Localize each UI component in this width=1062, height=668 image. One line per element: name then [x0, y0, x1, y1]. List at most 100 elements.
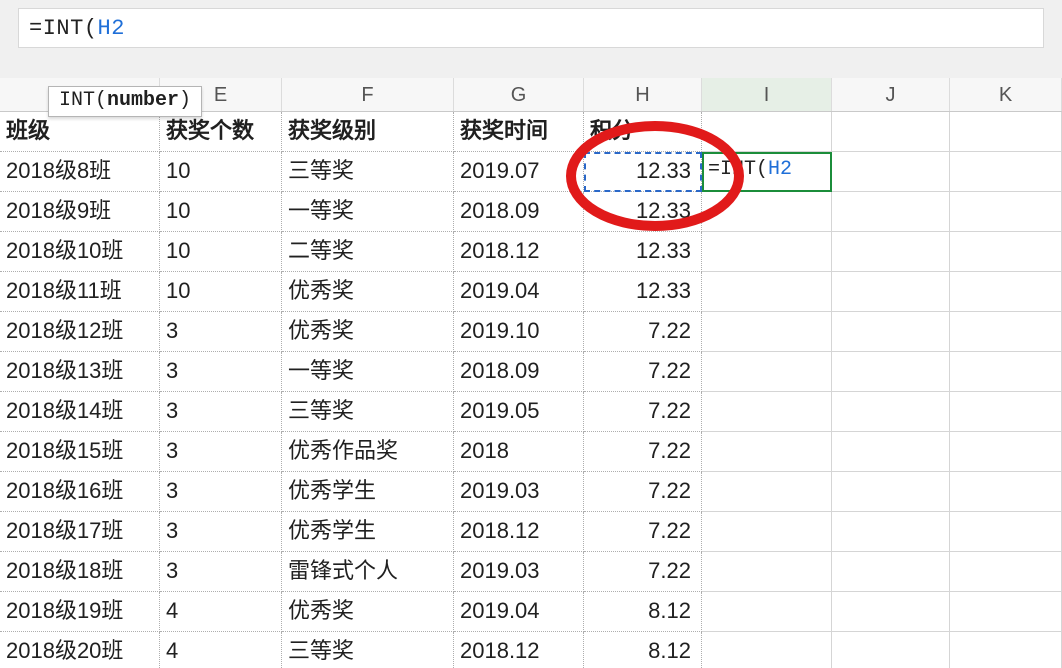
header-count[interactable]: 获奖个数: [160, 112, 282, 152]
cell[interactable]: 7.22: [584, 552, 702, 592]
header-class[interactable]: 班级: [0, 112, 160, 152]
cell[interactable]: 8.12: [584, 592, 702, 632]
cell[interactable]: [950, 512, 1062, 552]
cell[interactable]: 12.33: [584, 272, 702, 312]
cell[interactable]: 7.22: [584, 392, 702, 432]
cell[interactable]: [950, 312, 1062, 352]
cell[interactable]: 2019.07: [454, 152, 584, 192]
cell[interactable]: 8.12: [584, 632, 702, 668]
cell[interactable]: 3: [160, 352, 282, 392]
cell[interactable]: [702, 512, 832, 552]
cell[interactable]: 2018.12: [454, 512, 584, 552]
column-header[interactable]: K: [950, 78, 1062, 111]
cell[interactable]: 3: [160, 512, 282, 552]
spreadsheet[interactable]: E F G H I J K 班级 获奖个数 获奖级别 获奖时间 积分 2018级…: [0, 78, 1062, 668]
cell[interactable]: 2018级14班: [0, 392, 160, 432]
header-level[interactable]: 获奖级别: [282, 112, 454, 152]
cell[interactable]: 12.33: [584, 152, 702, 192]
cell[interactable]: 2018级9班: [0, 192, 160, 232]
cell[interactable]: [950, 232, 1062, 272]
cell[interactable]: 12.33: [584, 232, 702, 272]
cell[interactable]: 7.22: [584, 432, 702, 472]
cell[interactable]: 2018级15班: [0, 432, 160, 472]
cell[interactable]: 一等奖: [282, 352, 454, 392]
column-header-active[interactable]: I: [702, 78, 832, 111]
cell[interactable]: [832, 232, 950, 272]
cell[interactable]: 2019.04: [454, 272, 584, 312]
cell[interactable]: 3: [160, 552, 282, 592]
header-time[interactable]: 获奖时间: [454, 112, 584, 152]
cell[interactable]: [832, 432, 950, 472]
cell[interactable]: 2018级17班: [0, 512, 160, 552]
cell[interactable]: [832, 392, 950, 432]
formula-bar[interactable]: =INT(H2: [18, 8, 1044, 48]
cell[interactable]: 2018级11班: [0, 272, 160, 312]
cell[interactable]: [702, 352, 832, 392]
cell[interactable]: [950, 392, 1062, 432]
cell[interactable]: 2018级12班: [0, 312, 160, 352]
cell[interactable]: [832, 352, 950, 392]
cell[interactable]: [702, 552, 832, 592]
cell[interactable]: 优秀学生: [282, 512, 454, 552]
cell[interactable]: 10: [160, 272, 282, 312]
cell[interactable]: [832, 592, 950, 632]
cell[interactable]: 4: [160, 592, 282, 632]
cell[interactable]: 2018级19班: [0, 592, 160, 632]
cell[interactable]: 优秀学生: [282, 472, 454, 512]
cell[interactable]: [832, 272, 950, 312]
cell[interactable]: [702, 592, 832, 632]
header-empty[interactable]: [950, 112, 1062, 152]
cell[interactable]: [950, 632, 1062, 668]
cell[interactable]: [702, 232, 832, 272]
cell[interactable]: 3: [160, 392, 282, 432]
cell[interactable]: 2018级16班: [0, 472, 160, 512]
cell[interactable]: 2018.09: [454, 352, 584, 392]
column-header[interactable]: G: [454, 78, 584, 111]
cell[interactable]: 2018级10班: [0, 232, 160, 272]
cell[interactable]: [832, 512, 950, 552]
cell[interactable]: [702, 312, 832, 352]
cell[interactable]: [950, 152, 1062, 192]
cell[interactable]: [832, 472, 950, 512]
cell[interactable]: 2018: [454, 432, 584, 472]
cell[interactable]: [702, 632, 832, 668]
header-empty[interactable]: [832, 112, 950, 152]
cell[interactable]: 2018.12: [454, 232, 584, 272]
cell[interactable]: 10: [160, 192, 282, 232]
cell[interactable]: [702, 272, 832, 312]
cell[interactable]: 7.22: [584, 512, 702, 552]
cell[interactable]: 优秀作品奖: [282, 432, 454, 472]
cell[interactable]: 2018级8班: [0, 152, 160, 192]
cell[interactable]: [832, 152, 950, 192]
cell[interactable]: 10: [160, 232, 282, 272]
cell[interactable]: [950, 352, 1062, 392]
cell[interactable]: 三等奖: [282, 632, 454, 668]
cell[interactable]: 优秀奖: [282, 272, 454, 312]
cell[interactable]: 12.33: [584, 192, 702, 232]
cell[interactable]: [702, 432, 832, 472]
cell[interactable]: 2018级13班: [0, 352, 160, 392]
column-header[interactable]: J: [832, 78, 950, 111]
cell[interactable]: 2019.03: [454, 472, 584, 512]
cell[interactable]: 7.22: [584, 472, 702, 512]
cell[interactable]: [702, 472, 832, 512]
cell[interactable]: [832, 552, 950, 592]
cell[interactable]: 一等奖: [282, 192, 454, 232]
cell[interactable]: 2019.04: [454, 592, 584, 632]
cell[interactable]: 二等奖: [282, 232, 454, 272]
header-empty[interactable]: [702, 112, 832, 152]
cell[interactable]: 优秀奖: [282, 312, 454, 352]
cell[interactable]: 4: [160, 632, 282, 668]
cell[interactable]: 2019.10: [454, 312, 584, 352]
cell[interactable]: [950, 472, 1062, 512]
cell[interactable]: 7.22: [584, 312, 702, 352]
column-header[interactable]: F: [282, 78, 454, 111]
cell[interactable]: 2019.03: [454, 552, 584, 592]
cell[interactable]: [832, 312, 950, 352]
active-cell[interactable]: =INT(H2: [702, 152, 832, 192]
cell[interactable]: 雷锋式个人: [282, 552, 454, 592]
cell[interactable]: [950, 552, 1062, 592]
cell[interactable]: 3: [160, 312, 282, 352]
cell[interactable]: 7.22: [584, 352, 702, 392]
cell[interactable]: [950, 192, 1062, 232]
